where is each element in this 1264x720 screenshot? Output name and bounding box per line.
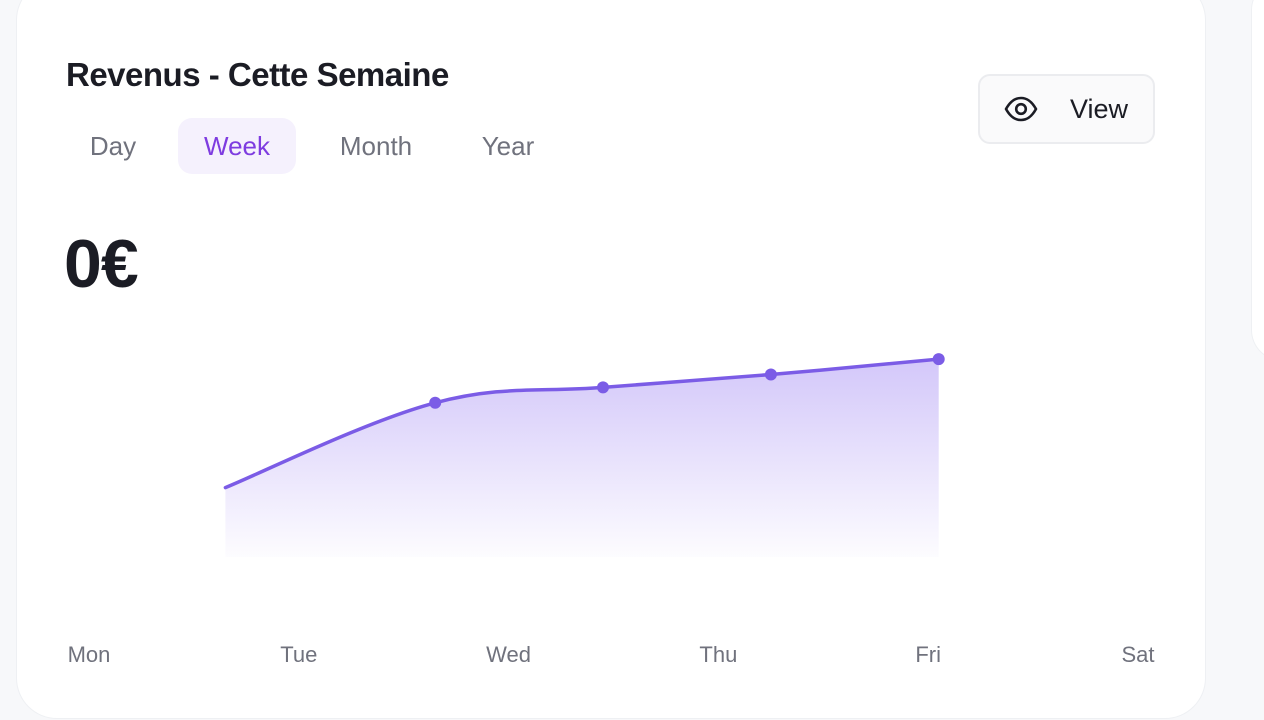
- x-axis-label-fri: Fri: [915, 642, 942, 667]
- x-axis-label-wed: Wed: [486, 642, 532, 667]
- adjacent-card: [1252, 0, 1264, 360]
- revenue-amount: 0€: [64, 226, 139, 302]
- view-button-label: View: [1070, 94, 1129, 124]
- eye-icon: [1004, 96, 1038, 122]
- tab-year[interactable]: Year: [458, 118, 558, 174]
- x-axis-label-tue: Tue: [280, 642, 318, 667]
- tab-week[interactable]: Week: [178, 118, 296, 174]
- view-button[interactable]: View: [978, 74, 1155, 144]
- x-axis-label-mon: Mon: [67, 642, 111, 667]
- x-axis-label-thu: Thu: [699, 642, 738, 667]
- tab-month[interactable]: Month: [314, 118, 438, 174]
- tab-day[interactable]: Day: [66, 118, 160, 174]
- card-title: Revenus - Cette Semaine: [66, 56, 449, 93]
- x-axis-label-sat: Sat: [1121, 642, 1155, 667]
